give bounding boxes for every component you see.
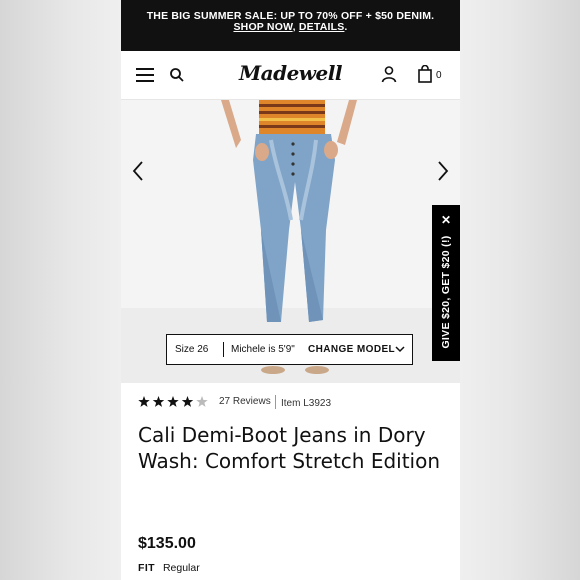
- promo-banner: THE BIG SUMMER SALE: UP TO 70% OFF + $50…: [121, 0, 460, 51]
- search-icon[interactable]: [169, 67, 185, 83]
- star-icon: [152, 396, 165, 407]
- star-rating[interactable]: [138, 395, 210, 409]
- model-size: Size 26: [175, 344, 209, 355]
- referral-label: GIVE $20, GET $20 (!): [440, 235, 452, 349]
- change-model-button[interactable]: CHANGE MODEL: [308, 344, 395, 355]
- user-icon[interactable]: [380, 65, 398, 83]
- bag-icon[interactable]: [418, 65, 432, 83]
- product-image[interactable]: Size 26 Michele is 5'9" CHANGE MODEL: [121, 100, 460, 383]
- model-height: Michele is 5'9": [231, 344, 295, 355]
- change-model-bar[interactable]: Size 26 Michele is 5'9" CHANGE MODEL: [166, 334, 413, 365]
- reviews-link[interactable]: 27 Reviews: [219, 396, 271, 407]
- chevron-down-icon: [395, 346, 405, 353]
- star-icon: [196, 396, 208, 407]
- star-icon: [167, 396, 179, 407]
- bag-count: 0: [436, 70, 442, 81]
- chevron-right-icon[interactable]: [436, 160, 450, 182]
- header-nav: Madewell 0: [121, 51, 460, 100]
- shop-now-link[interactable]: SHOP NOW: [233, 21, 292, 33]
- background-left: [0, 0, 121, 580]
- promo-links: SHOP NOW, DETAILS.: [121, 21, 460, 33]
- model-bar-divider: [223, 342, 224, 357]
- phone-screen: THE BIG SUMMER SALE: UP TO 70% OFF + $50…: [121, 0, 460, 580]
- fit-label: FIT: [138, 562, 155, 574]
- star-icon: [138, 396, 150, 407]
- referral-tab[interactable]: ✕ GIVE $20, GET $20 (!): [432, 205, 460, 361]
- item-number: Item L3923: [281, 398, 332, 409]
- chevron-left-icon[interactable]: [131, 160, 145, 182]
- details-link[interactable]: DETAILS: [299, 21, 345, 33]
- close-icon[interactable]: ✕: [432, 213, 460, 227]
- fit-value: Regular: [162, 562, 200, 574]
- star-icon: [181, 396, 194, 407]
- rating-separator: [275, 395, 276, 409]
- product-price: $135.00: [138, 535, 196, 552]
- background-right: [460, 0, 580, 580]
- hamburger-menu-icon[interactable]: [136, 68, 154, 82]
- promo-period: .: [344, 21, 348, 33]
- product-title: Cali Demi-Boot Jeans in Dory Wash: Comfo…: [138, 423, 441, 473]
- fit-row: FIT Regular: [138, 562, 200, 574]
- madewell-logo[interactable]: Madewell: [239, 61, 342, 85]
